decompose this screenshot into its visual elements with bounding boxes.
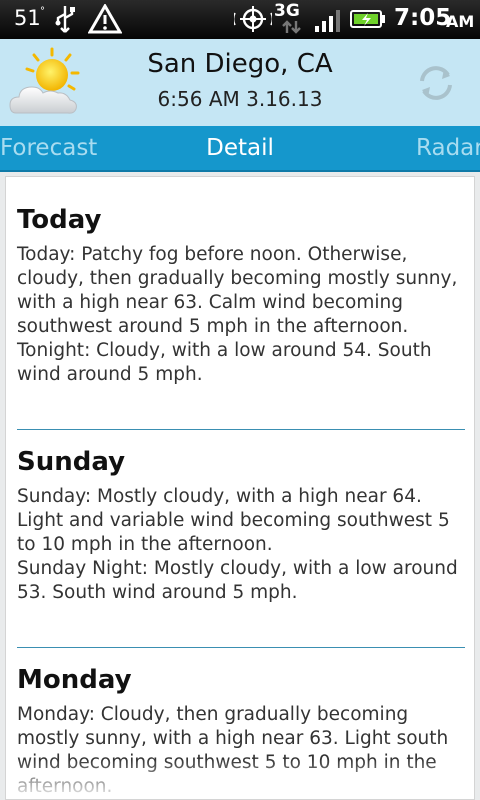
tab-bar: Forecast Detail Radar [0,126,480,172]
night-text: Sunday Night: Mostly cloudy, with a low … [17,558,458,603]
day-title: Sunday [17,447,126,477]
city-name: San Diego, CA [147,49,333,79]
network-type: 3G [274,1,300,21]
refresh-icon[interactable] [414,61,458,105]
day-title: Today [17,205,102,235]
day-forecast-text: Today: Patchy fog before noon. Otherwise… [17,243,465,387]
divider [17,647,465,648]
battery-charging-icon [350,10,385,28]
status-bar: 51 ° 3G 7:05 AM [0,0,480,39]
gps-icon [234,6,272,32]
status-time: 7:05 [394,5,452,31]
forecast-section: Sunday Sunday: Mostly cloudy, with a hig… [17,445,465,605]
divider [17,429,465,430]
status-ampm: AM [446,12,475,31]
status-degree: ° [40,6,45,17]
day-text: Sunday: Mostly cloudy, with a high near … [17,486,450,555]
day-forecast-text: Sunday: Mostly cloudy, with a high near … [17,485,465,605]
status-temperature: 51 [14,6,41,30]
warning-icon [88,4,122,34]
night-text: Tonight: Cloudy, with a low around 54. S… [17,340,432,385]
forecast-detail-card[interactable]: Today Today: Patchy fog before noon. Oth… [5,176,475,800]
tab-radar[interactable]: Radar [416,135,480,161]
scroll-fade [6,759,474,799]
updated-timestamp: 6:56 AM 3.16.13 [157,87,323,111]
location-header: San Diego, CA 6:56 AM 3.16.13 [0,39,480,126]
data-activity-icon [282,20,301,34]
forecast-section: Today Today: Patchy fog before noon. Oth… [17,203,465,387]
day-title: Monday [17,665,132,695]
tab-detail[interactable]: Detail [0,135,480,161]
day-text: Today: Patchy fog before noon. Otherwise… [17,244,458,337]
usb-icon [55,6,75,33]
signal-icon [315,10,340,32]
